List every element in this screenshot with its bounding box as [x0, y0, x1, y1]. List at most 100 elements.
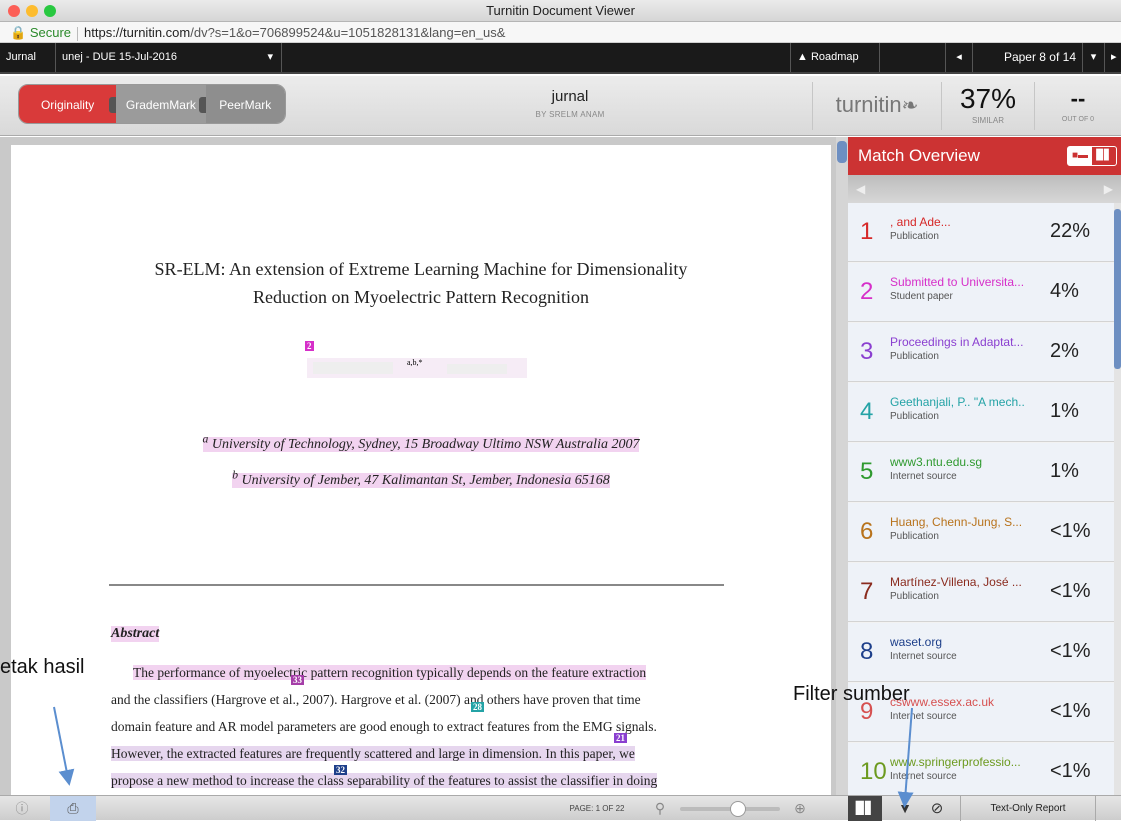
match-source-type: Internet source	[890, 771, 957, 782]
window-title: Turnitin Document Viewer	[486, 3, 635, 18]
match-row[interactable]: 5 www3.ntu.edu.sg Internet source 1%	[848, 443, 1114, 502]
match-percent: <1%	[1050, 640, 1091, 662]
match-source-name[interactable]: cswww.essex.ac.uk	[890, 695, 1055, 709]
list-view-icon[interactable]: ■▬	[1068, 147, 1092, 165]
match-source-type: Publication	[890, 351, 939, 362]
bar-view-icon[interactable]: ▉▋	[1092, 147, 1116, 165]
match-marker-21[interactable]: 21	[614, 733, 627, 743]
paper-title-line1: SR-ELM: An extension of Extreme Learning…	[154, 259, 688, 279]
author-superscript: a,b,*	[407, 358, 423, 367]
maximize-window-button[interactable]	[44, 5, 56, 17]
document-page: SR-ELM: An extension of Extreme Learning…	[11, 145, 831, 805]
mode-tabs: Originality GrademMark PeerMark	[18, 84, 286, 124]
match-source-name[interactable]: Huang, Chenn-Jung, S...	[890, 515, 1055, 529]
paper-label: Paper 8 of 14	[1003, 50, 1076, 64]
prev-match-icon[interactable]: ◀	[856, 175, 865, 203]
match-source-type: Publication	[890, 231, 939, 242]
document-scroll-thumb[interactable]	[837, 141, 847, 163]
prev-paper-button[interactable]: ◂	[945, 43, 973, 72]
paper-title: SR-ELM: An extension of Extreme Learning…	[11, 255, 831, 311]
tab-originality[interactable]: Originality	[19, 85, 120, 123]
match-percent: <1%	[1050, 580, 1091, 602]
address-bar[interactable]: 🔒 Secure https://turnitin.com/dv?s=1&o=70…	[0, 22, 1121, 43]
bar-chart-icon[interactable]: ▉▋	[848, 796, 882, 821]
zoom-slider-knob[interactable]	[730, 801, 746, 817]
match-row[interactable]: 1 , and Ade... Publication 22%	[848, 203, 1114, 262]
paper-indicator: Paper 8 of 14	[973, 43, 1083, 72]
page-indicator: PAGE: 1 OF 22	[569, 804, 625, 813]
assignment-dropdown[interactable]: unej - DUE 15-Jul-2016 ▾	[56, 43, 282, 72]
match-source-name[interactable]: www3.ntu.edu.sg	[890, 455, 1055, 469]
affil-b-sup: b	[232, 468, 239, 481]
zoom-in-icon[interactable]: ⊕	[790, 796, 810, 821]
document-viewer[interactable]: SR-ELM: An extension of Extreme Learning…	[0, 137, 838, 805]
turnitin-logo: turnitin❧	[812, 82, 942, 130]
info-icon[interactable]: ⓘ	[8, 796, 36, 821]
document-header: jurnal BY SRELM ANAM	[470, 88, 670, 119]
abstract-line-2-text: and the classifiers (Hargrove et al., 20…	[111, 692, 641, 707]
zoom-slider[interactable]	[680, 801, 780, 817]
match-source-type: Internet source	[890, 471, 957, 482]
affil-b-text: University of Jember, 47 Kalimantan St, …	[241, 472, 610, 488]
print-icon[interactable]: ⎙	[50, 796, 96, 821]
redacted-authors: a,b,*	[307, 358, 527, 378]
similarity-score[interactable]: 37% SIMILAR	[942, 82, 1035, 130]
match-source-name[interactable]: www.springerprofessio...	[890, 755, 1055, 769]
match-row[interactable]: 8 waset.org Internet source <1%	[848, 623, 1114, 682]
match-percent: <1%	[1050, 760, 1091, 782]
match-overview-header: Match Overview ■▬ ▉▋	[848, 137, 1121, 175]
filter-icon[interactable]: ▼	[890, 796, 920, 821]
match-source-name[interactable]: Martínez-Villena, José ...	[890, 575, 1055, 589]
paper-dropdown[interactable]: ▾	[1083, 43, 1105, 72]
match-source-name[interactable]: Geethanjali, P.. "A mech..	[890, 395, 1055, 409]
tab-peermark[interactable]: PeerMark	[205, 85, 285, 123]
abstract-line-2: and the classifiers (Hargrove et al., 20…	[111, 686, 725, 713]
match-marker-33[interactable]: 33	[291, 675, 304, 685]
annotation-filter-sumber: Filter sumber	[793, 683, 910, 705]
affil-a-text: University of Technology, Sydney, 15 Bro…	[211, 436, 640, 452]
match-number: 2	[860, 278, 874, 305]
divider	[109, 584, 724, 586]
secure-label: Secure	[29, 25, 72, 40]
exclude-icon[interactable]: ⊘	[922, 796, 952, 821]
grade-score[interactable]: -- OUT OF 0	[1035, 82, 1121, 130]
next-paper-button[interactable]: ▸	[1105, 43, 1121, 72]
match-row[interactable]: 4 Geethanjali, P.. "A mech.. Publication 1%	[848, 383, 1114, 442]
match-marker-32[interactable]: 32	[334, 765, 347, 775]
match-source-name[interactable]: , and Ade...	[890, 215, 1055, 229]
match-list-scrollbar[interactable]	[1114, 203, 1121, 795]
match-number: 1	[860, 218, 874, 245]
match-row[interactable]: 2 Submitted to Universita... Student paper…	[848, 263, 1114, 322]
match-percent: 2%	[1050, 340, 1079, 362]
roadmap-button[interactable]: ▲ Roadmap	[790, 43, 880, 72]
assignment-label: unej - DUE 15-Jul-2016	[62, 51, 177, 63]
abstract-body: The performance of myoelectric pattern r…	[111, 659, 725, 794]
minimize-window-button[interactable]	[26, 5, 38, 17]
match-row[interactable]: 7 Martínez-Villena, José ... Publication <1…	[848, 563, 1114, 622]
match-marker-28[interactable]: 28	[471, 702, 484, 712]
match-list: 1 , and Ade... Publication 22% 2 Submitted to…	[848, 203, 1114, 795]
class-selector[interactable]: Jurnal	[0, 43, 56, 72]
match-row[interactable]: 3 Proceedings in Adaptat... Publication 2%	[848, 323, 1114, 382]
abstract-line-4: However, the extracted features are freq…	[111, 740, 725, 767]
view-toggle[interactable]: ■▬ ▉▋	[1067, 146, 1117, 166]
match-scroll-thumb[interactable]	[1114, 209, 1121, 369]
match-row[interactable]: 6 Huang, Chenn-Jung, S... Publication <1%	[848, 503, 1114, 562]
match-source-name[interactable]: waset.org	[890, 635, 1055, 649]
triangle-left-icon: ◂	[956, 51, 962, 63]
next-match-icon[interactable]: ▶	[1104, 175, 1113, 203]
tab-grademark[interactable]: GrademMark	[116, 85, 209, 123]
zoom-out-icon[interactable]: ⚲	[650, 796, 670, 821]
close-window-button[interactable]	[8, 5, 20, 17]
match-source-name[interactable]: Submitted to Universita...	[890, 275, 1055, 289]
similarity-label: SIMILAR	[971, 116, 1004, 125]
url-domain: https://turnitin.com	[84, 25, 191, 40]
match-row[interactable]: 10 www.springerprofessio... Internet sourc…	[848, 743, 1114, 795]
annotation-cetak-hasil: etak hasil	[0, 656, 85, 678]
text-only-report-button[interactable]: Text-Only Report	[960, 796, 1096, 821]
affiliation-b: b University of Jember, 47 Kalimantan St…	[11, 468, 831, 489]
match-marker-2[interactable]: 2	[305, 341, 314, 351]
triangle-right-icon: ▸	[1111, 51, 1117, 63]
affil-a-sup: a	[202, 432, 209, 445]
match-source-name[interactable]: Proceedings in Adaptat...	[890, 335, 1055, 349]
